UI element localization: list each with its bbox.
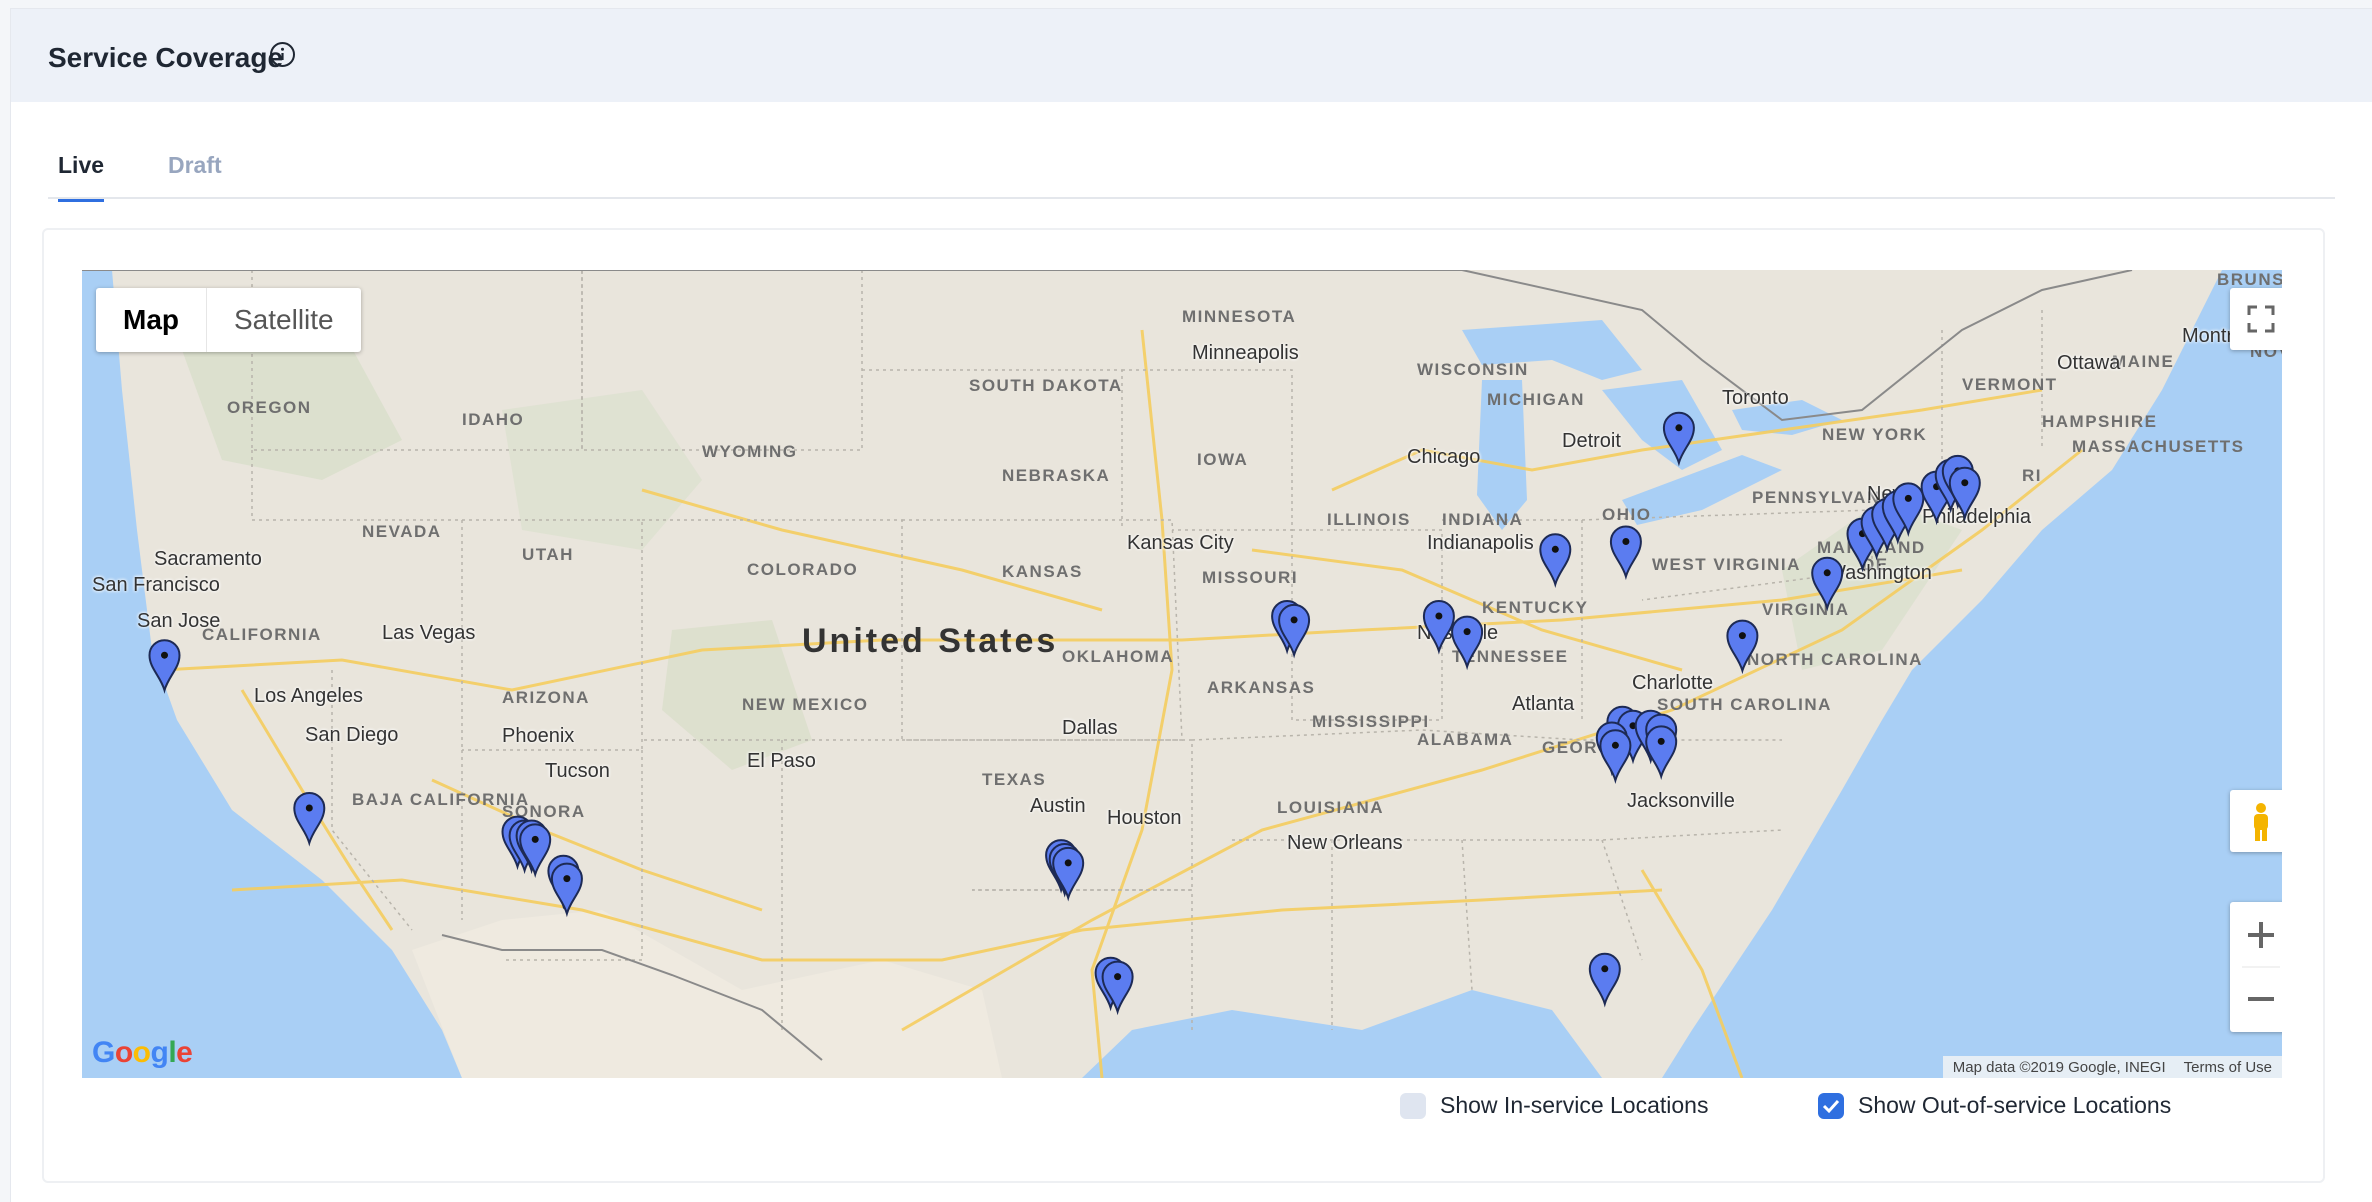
- in-service-label: Show In-service Locations: [1440, 1092, 1709, 1118]
- info-circle-icon[interactable]: [269, 41, 296, 68]
- location-marker[interactable]: [550, 862, 583, 918]
- page-title: Service Coverage: [48, 42, 284, 73]
- map-type-satellite-button[interactable]: Satellite: [207, 288, 361, 352]
- zoom-in-icon[interactable]: [2230, 902, 2282, 967]
- checkmark-icon: [1822, 1099, 1840, 1113]
- coverage-map[interactable]: MINNESOTA WISCONSIN SOUTH DAKOTA OREGON IDAH…: [82, 270, 2282, 1078]
- tab-bar: Live Draft: [48, 141, 2335, 202]
- location-marker[interactable]: [1588, 952, 1621, 1008]
- marker-layer: [148, 411, 1981, 1016]
- zoom-control: [2230, 902, 2282, 1032]
- attribution-text: Map data ©2019 Google, INEGI: [1952, 1058, 2166, 1076]
- zoom-out-icon[interactable]: [2230, 967, 2282, 1032]
- location-marker[interactable]: [1451, 615, 1484, 671]
- terms-of-use-link[interactable]: Terms of Use: [2184, 1059, 2272, 1076]
- location-marker[interactable]: [1645, 725, 1678, 781]
- location-marker[interactable]: [1599, 729, 1632, 784]
- out-of-service-checkbox[interactable]: [1818, 1092, 1844, 1119]
- location-marker[interactable]: [1662, 411, 1695, 467]
- map-attribution: Map data ©2019 Google, INEGI Terms of Us…: [1942, 1056, 2282, 1078]
- fullscreen-button[interactable]: [2230, 288, 2282, 350]
- tab-live[interactable]: Live: [58, 152, 105, 202]
- location-marker[interactable]: [1811, 556, 1844, 612]
- location-marker[interactable]: [1609, 525, 1642, 581]
- legend-out-of-service[interactable]: Show Out-of-service Locations: [1818, 1092, 2171, 1119]
- location-marker[interactable]: [1539, 533, 1572, 588]
- map-type-map-button[interactable]: Map: [96, 288, 207, 352]
- location-marker[interactable]: [1422, 600, 1455, 655]
- location-marker[interactable]: [148, 639, 181, 694]
- in-service-checkbox[interactable]: [1400, 1092, 1426, 1119]
- tab-draft[interactable]: Draft: [168, 152, 222, 199]
- location-marker[interactable]: [1948, 466, 1981, 522]
- location-marker[interactable]: [293, 792, 326, 847]
- out-of-service-label: Show Out-of-service Locations: [1858, 1092, 2172, 1118]
- google-logo: Google: [92, 1036, 193, 1069]
- street-view-button[interactable]: [2230, 790, 2282, 852]
- location-marker[interactable]: [1278, 603, 1311, 659]
- map-type-control: Map Satellite: [96, 288, 361, 352]
- location-marker[interactable]: [1726, 619, 1759, 675]
- fullscreen-icon: [2247, 305, 2275, 333]
- location-marker[interactable]: [1101, 960, 1134, 1016]
- location-marker[interactable]: [1052, 846, 1085, 902]
- pegman-icon: [2254, 803, 2268, 841]
- panel-header: Service Coverage: [11, 9, 2372, 102]
- legend-in-service[interactable]: Show In-service Locations: [1400, 1092, 1708, 1119]
